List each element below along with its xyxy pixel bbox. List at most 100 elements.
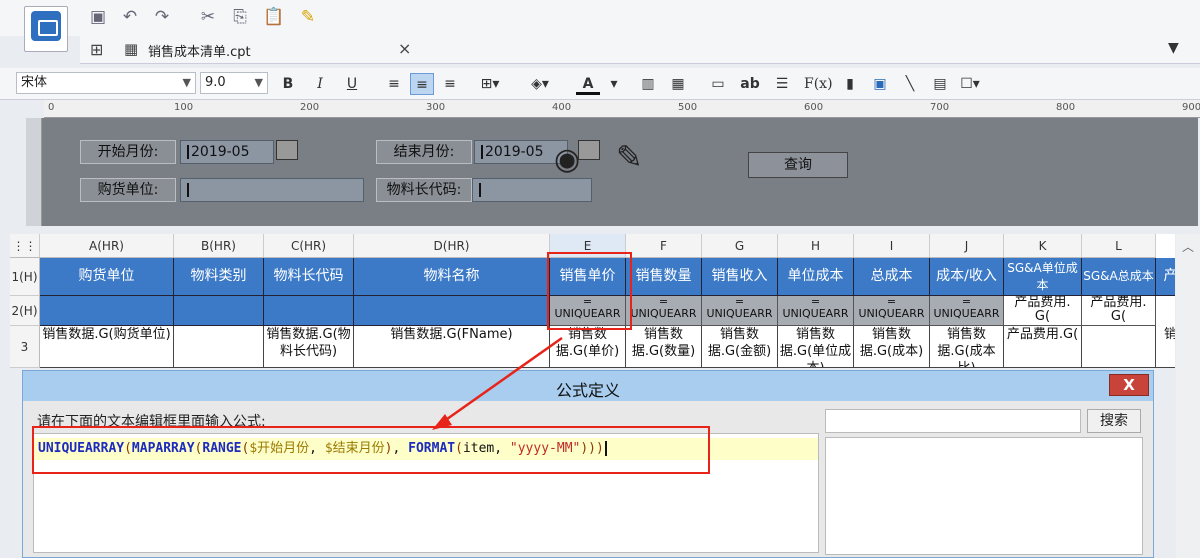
header-cell[interactable]: SG&A单位成本 — [1004, 258, 1082, 296]
font-family-select[interactable]: 宋体 ▼ — [16, 72, 196, 94]
data-cell[interactable]: 销售数据.G(数量) — [626, 326, 702, 368]
material-code-input[interactable] — [472, 178, 592, 202]
column-header[interactable]: G — [702, 234, 778, 258]
dialog-close-button[interactable]: X — [1109, 374, 1149, 396]
grid-corner[interactable]: ⋮⋮ — [10, 234, 40, 258]
header-cell[interactable]: 物料类别 — [174, 258, 264, 296]
text-tool-button[interactable]: ab — [738, 73, 762, 95]
header-cell[interactable]: 总成本 — [854, 258, 930, 296]
search-button[interactable]: 搜索 — [1087, 409, 1141, 433]
sub-report-icon[interactable]: ▤ — [928, 73, 952, 95]
dialog-title-bar[interactable]: 公式定义 X — [23, 371, 1153, 401]
data-cell[interactable]: 产品费用.G( — [1004, 326, 1082, 368]
bold-button[interactable]: B — [276, 73, 300, 95]
paste-icon[interactable]: 📋 — [262, 6, 286, 28]
calendar-icon[interactable] — [276, 140, 298, 160]
frame-icon[interactable]: ☐▾ — [958, 73, 982, 95]
function-search-input[interactable] — [825, 409, 1081, 433]
column-header[interactable]: J — [930, 234, 1004, 258]
column-header[interactable]: H — [778, 234, 854, 258]
vertical-scrollbar[interactable]: ︿ — [1176, 234, 1200, 558]
query-button[interactable]: 查询 — [748, 152, 848, 178]
chevron-down-icon[interactable]: ▾ — [602, 73, 626, 95]
row-header[interactable]: 2(H) — [10, 296, 40, 326]
row-header[interactable]: 1(H) — [10, 258, 40, 296]
header-cell-merged[interactable] — [40, 296, 174, 326]
formula-button[interactable]: F(x) — [804, 73, 833, 95]
merge-cells-icon[interactable]: ▥ — [636, 73, 660, 95]
data-cell[interactable]: 销售数据.G(金额) — [702, 326, 778, 368]
underline-button[interactable]: U — [340, 73, 364, 95]
column-header[interactable]: L — [1082, 234, 1156, 258]
data-cell[interactable]: 销售数据.G(单价) — [550, 326, 626, 368]
chart-icon[interactable]: ▮ — [838, 73, 862, 95]
panel-menu-icon[interactable]: ▼ — [1168, 40, 1179, 56]
data-cell[interactable]: 销售数据.G(FName) — [354, 326, 550, 368]
calendar-icon[interactable] — [578, 140, 600, 160]
text-field-icon[interactable]: ▭ — [706, 73, 730, 95]
slash-icon[interactable]: ╲ — [898, 73, 922, 95]
data-cell[interactable]: 销售数据.G(成本比) — [930, 326, 1004, 368]
undo-icon[interactable]: ↶ — [118, 6, 142, 28]
formula-cell[interactable]: = UNIQUEARR — [930, 296, 1004, 326]
app-menu-button[interactable] — [24, 6, 68, 52]
paragraph-icon[interactable]: ☰ — [770, 73, 794, 95]
column-header[interactable]: D(HR) — [354, 234, 550, 258]
scroll-up-icon[interactable]: ︿ — [1182, 238, 1194, 255]
font-color-button[interactable]: A — [576, 73, 600, 95]
align-left-icon[interactable]: ≡ — [382, 73, 406, 95]
header-cell[interactable]: 物料名称 — [354, 258, 550, 296]
data-cell[interactable]: 销售数据.G(物料长代码) — [264, 326, 354, 368]
header-cell[interactable]: 销售单价 — [550, 258, 626, 296]
formula-cell[interactable]: 产品费用. G( — [1004, 296, 1082, 326]
column-header[interactable]: I — [854, 234, 930, 258]
data-cell[interactable]: 销 — [1156, 326, 1175, 368]
header-cell-merged[interactable] — [264, 296, 354, 326]
header-cell[interactable]: 单位成本 — [778, 258, 854, 296]
tab-close-icon[interactable]: × — [398, 39, 411, 58]
data-cell[interactable]: 销售数据.G(成本) — [854, 326, 930, 368]
data-cell[interactable] — [174, 326, 264, 368]
align-center-icon[interactable]: ≡ — [410, 73, 434, 95]
column-header[interactable]: E — [550, 234, 626, 258]
redo-icon[interactable]: ↷ — [150, 6, 174, 28]
header-cell-merged[interactable] — [354, 296, 550, 326]
header-cell[interactable]: 物料长代码 — [264, 258, 354, 296]
italic-button[interactable]: I — [308, 73, 332, 95]
tab-document[interactable]: ▦ 销售成本清单.cpt × — [118, 36, 418, 64]
data-cell[interactable]: 销售数据.G(购货单位) — [40, 326, 174, 368]
formula-editor[interactable]: UNIQUEARRAY(MAPARRAY(RANGE($开始月份, $结束月份)… — [33, 433, 819, 553]
format-painter-icon[interactable]: ✎ — [296, 6, 320, 28]
grid-template-icon[interactable]: ⊞ — [90, 40, 103, 59]
column-header[interactable]: B(HR) — [174, 234, 264, 258]
data-cell[interactable]: 销售数据.G(单位成本) — [778, 326, 854, 368]
header-cell[interactable]: 产 — [1156, 258, 1175, 296]
header-cell[interactable]: 购货单位 — [40, 258, 174, 296]
edit-pencil-icon[interactable]: ✎ — [616, 138, 643, 176]
save-icon[interactable]: ▣ — [86, 6, 110, 28]
column-header[interactable]: F — [626, 234, 702, 258]
header-cell[interactable]: 销售数量 — [626, 258, 702, 296]
formula-cell[interactable]: = UNIQUEARR — [550, 296, 626, 326]
copy-icon[interactable]: ⎘ — [228, 6, 252, 28]
border-icon[interactable]: ⊞▾ — [478, 73, 502, 95]
formula-cell[interactable]: = UNIQUEARR — [626, 296, 702, 326]
function-list[interactable] — [825, 437, 1143, 555]
align-right-icon[interactable]: ≡ — [438, 73, 462, 95]
image-icon[interactable]: ▣ — [868, 73, 892, 95]
header-cell[interactable]: 成本/收入 — [930, 258, 1004, 296]
column-header[interactable]: K — [1004, 234, 1082, 258]
split-cells-icon[interactable]: ▦ — [666, 73, 690, 95]
header-cell-merged[interactable] — [174, 296, 264, 326]
column-header[interactable]: A(HR) — [40, 234, 174, 258]
fill-color-icon[interactable]: ◈▾ — [528, 73, 552, 95]
header-cell[interactable]: SG&A总成本 — [1082, 258, 1156, 296]
column-header[interactable]: C(HR) — [264, 234, 354, 258]
hidden-eye-icon[interactable]: ◉ — [554, 142, 580, 177]
header-cell[interactable]: 销售收入 — [702, 258, 778, 296]
formula-cell[interactable]: = UNIQUEARR — [702, 296, 778, 326]
row-header[interactable]: 3 — [10, 326, 40, 368]
formula-cell[interactable]: = UNIQUEARR — [854, 296, 930, 326]
data-cell[interactable] — [1082, 326, 1156, 368]
formula-cell[interactable]: = UNIQUEARR — [778, 296, 854, 326]
